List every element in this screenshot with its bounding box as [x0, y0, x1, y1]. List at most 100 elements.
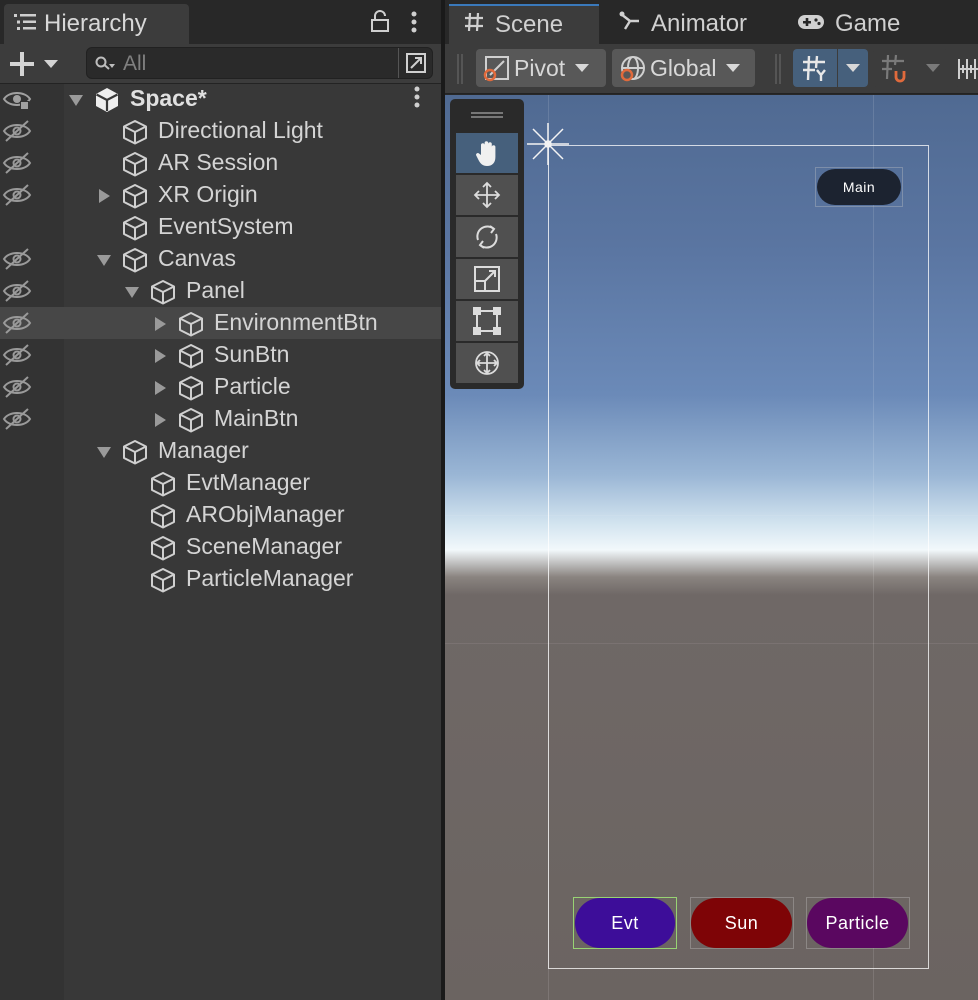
pivot-icon [483, 56, 509, 82]
main-button[interactable]: Main [817, 169, 901, 205]
tab-game-label: Game [835, 10, 901, 37]
visibility-hidden-icon[interactable] [2, 279, 32, 303]
expand-arrow-right-icon[interactable] [152, 412, 168, 428]
hand-tool-button[interactable] [456, 133, 518, 173]
hierarchy-row[interactable]: Space* [0, 83, 441, 115]
grid-visibility-toggle[interactable] [793, 49, 837, 87]
hierarchy-row-label: Manager [158, 437, 249, 463]
hierarchy-row[interactable]: EvtManager [0, 467, 441, 499]
scale-tool-button[interactable] [456, 259, 518, 299]
open-in-scene-icon [405, 53, 426, 73]
hierarchy-row-label: MainBtn [214, 405, 299, 431]
hierarchy-row[interactable]: Canvas [0, 243, 441, 275]
tab-animator[interactable]: Animator [619, 4, 747, 44]
scene-search-toggle[interactable] [398, 48, 432, 78]
expand-arrow-right-icon[interactable] [96, 188, 112, 204]
evt-button[interactable]: Evt [575, 898, 675, 948]
globe-icon [620, 56, 645, 82]
expand-arrow-right-icon[interactable] [152, 316, 168, 332]
hierarchy-row[interactable]: MainBtn [0, 403, 441, 435]
scene-tab-bar: Scene Animator Game [445, 0, 978, 44]
ruler-icon [958, 59, 978, 79]
scene-toolbar: Pivot Global [445, 44, 978, 94]
gameobject-cube-icon [149, 534, 177, 562]
overlay-drag-handle[interactable] [471, 112, 503, 118]
grid-options-dropdown[interactable] [838, 49, 868, 87]
hierarchy-row[interactable]: AR Session [0, 147, 441, 179]
transform-tool-button[interactable] [456, 343, 518, 383]
visibility-hidden-icon[interactable] [2, 311, 32, 335]
pivot-dropdown[interactable]: Pivot [476, 49, 606, 87]
global-dropdown[interactable]: Global [612, 49, 755, 87]
gameobject-cube-icon [177, 342, 205, 370]
hierarchy-toolbar: All [0, 44, 441, 84]
expand-arrow-down-icon[interactable] [96, 444, 112, 460]
tools-overlay [450, 99, 524, 389]
scene-panel: Scene Animator Game Pivot Global Main Ev… [445, 0, 978, 1000]
visibility-hidden-icon[interactable] [2, 375, 32, 399]
hierarchy-row[interactable]: EnvironmentBtn [0, 307, 441, 339]
expand-arrow-down-icon[interactable] [124, 284, 140, 300]
expand-arrow-right-icon[interactable] [152, 380, 168, 396]
expand-arrow-down-icon[interactable] [96, 252, 112, 268]
hierarchy-row[interactable]: ARObjManager [0, 499, 441, 531]
hierarchy-row[interactable]: XR Origin [0, 179, 441, 211]
hierarchy-row[interactable]: Directional Light [0, 115, 441, 147]
directional-light-gizmo[interactable] [525, 121, 571, 167]
visibility-hidden-icon[interactable] [2, 407, 32, 431]
sun-button[interactable]: Sun [691, 898, 792, 948]
rotate-tool-button[interactable] [456, 217, 518, 257]
snapping-options-dropdown[interactable] [918, 49, 948, 87]
hierarchy-row[interactable]: Particle [0, 371, 441, 403]
hierarchy-row[interactable]: SceneManager [0, 531, 441, 563]
gameobject-cube-icon [121, 150, 149, 178]
hierarchy-row[interactable]: Manager [0, 435, 441, 467]
hierarchy-row-label: Canvas [158, 245, 236, 271]
expand-arrow-right-icon[interactable] [152, 348, 168, 364]
scene-viewport[interactable]: Main Evt Sun Particle [445, 95, 978, 1000]
more-options-icon[interactable] [410, 10, 418, 40]
particle-button[interactable]: Particle [807, 898, 908, 948]
hierarchy-row[interactable]: SunBtn [0, 339, 441, 371]
visibility-hidden-icon[interactable] [2, 183, 32, 207]
move-tool-button[interactable] [456, 175, 518, 215]
hierarchy-row-label: XR Origin [158, 181, 258, 207]
hierarchy-title: Hierarchy [44, 10, 147, 37]
scale-icon [474, 266, 500, 292]
scene-options-icon[interactable] [413, 85, 421, 115]
rotate-icon [476, 225, 498, 249]
visibility-eye-icon[interactable] [2, 87, 32, 111]
visibility-hidden-icon[interactable] [2, 151, 32, 175]
gameobject-cube-icon [149, 470, 177, 498]
dropdown-arrow-icon [726, 64, 741, 72]
increment-snap-button[interactable] [955, 49, 978, 87]
rect-tool-button[interactable] [456, 301, 518, 341]
visibility-hidden-icon[interactable] [2, 247, 32, 271]
hierarchy-row-label: EvtManager [186, 469, 311, 495]
hierarchy-row-label: ARObjManager [186, 501, 345, 527]
gameobject-cube-icon [177, 406, 205, 434]
hierarchy-row-label: Directional Light [158, 117, 323, 143]
create-button[interactable] [8, 48, 68, 80]
toolbar-separator [775, 54, 781, 84]
plus-icon [10, 52, 34, 76]
hierarchy-tab[interactable]: Hierarchy [4, 4, 189, 44]
hierarchy-row[interactable]: Panel [0, 275, 441, 307]
gameobject-cube-icon [177, 374, 205, 402]
hierarchy-row[interactable]: ParticleManager [0, 563, 441, 595]
grid-snapping-toggle[interactable] [873, 49, 917, 87]
animator-icon [619, 10, 641, 38]
hierarchy-panel: Hierarchy All Space* Directional Light AR … [0, 0, 441, 1000]
hierarchy-row-label: SunBtn [214, 341, 290, 367]
tab-scene[interactable]: Scene [449, 4, 599, 44]
visibility-hidden-icon[interactable] [2, 119, 32, 143]
dropdown-arrow-icon [846, 64, 860, 72]
search-field[interactable]: All [86, 47, 433, 79]
sun-button-label: Sun [724, 912, 759, 933]
visibility-hidden-icon[interactable] [2, 343, 32, 367]
tab-game[interactable]: Game [797, 4, 900, 44]
expand-arrow-down-icon[interactable] [68, 92, 84, 108]
tab-scene-label: Scene [495, 11, 564, 38]
hierarchy-row[interactable]: EventSystem [0, 211, 441, 243]
lock-icon[interactable] [370, 10, 390, 38]
